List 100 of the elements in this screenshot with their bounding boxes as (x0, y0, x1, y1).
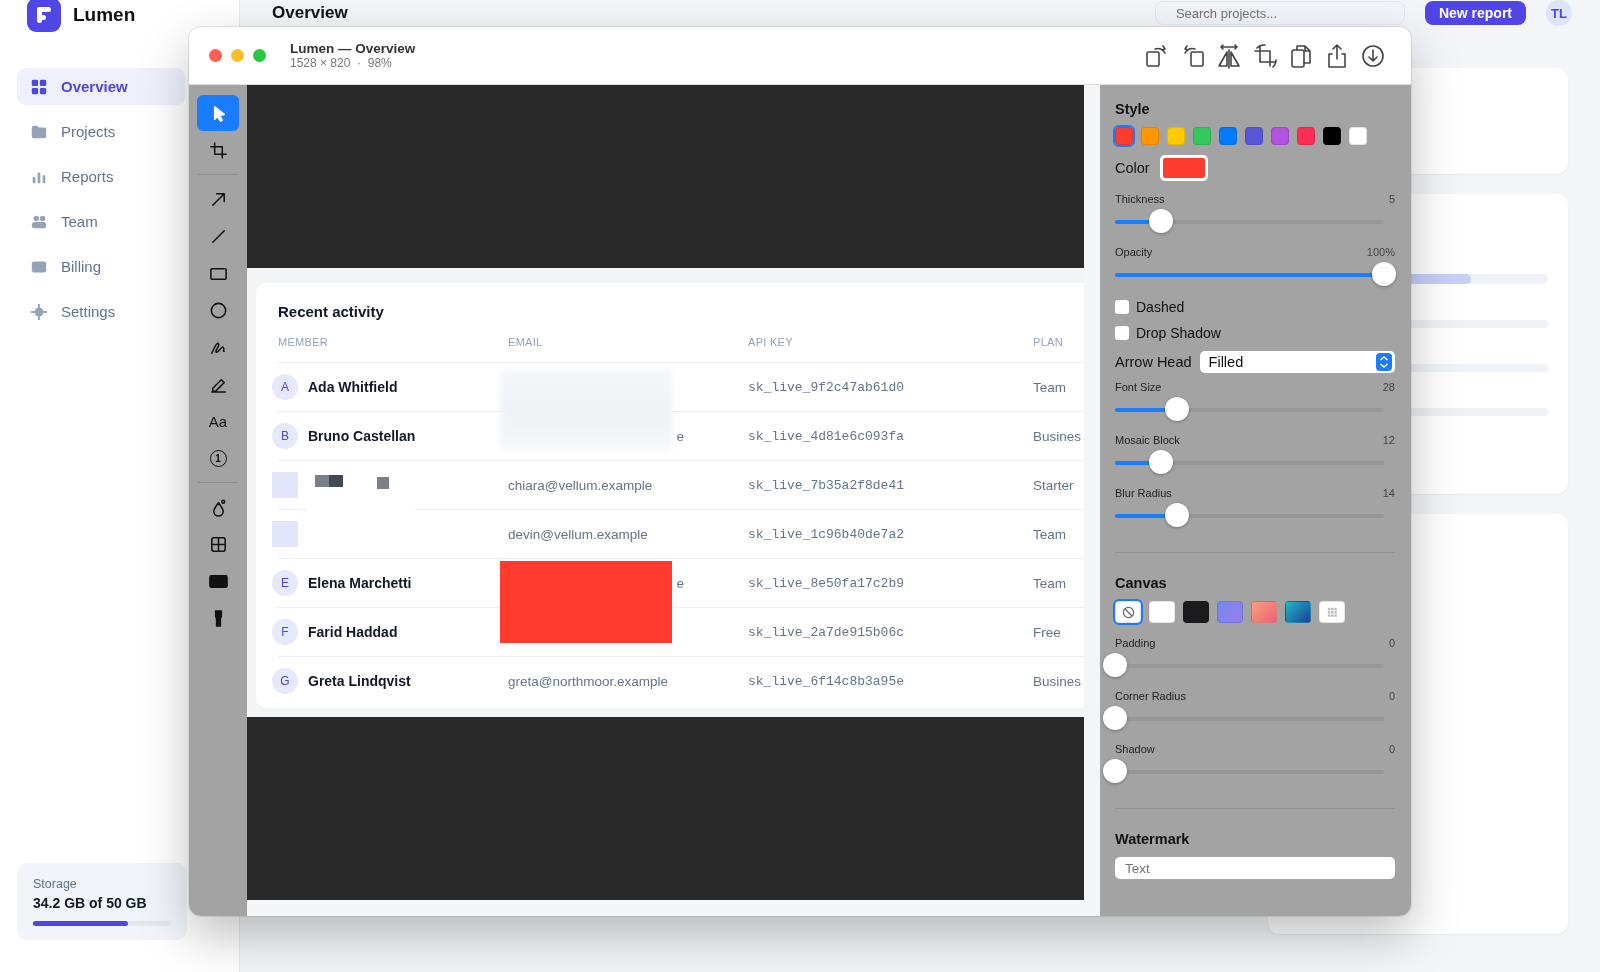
member-avatar: F (272, 619, 298, 645)
member-name: Greta Lindqvist (308, 673, 411, 689)
slider-thumb[interactable] (1103, 706, 1127, 730)
no-background-swatch[interactable] (1115, 601, 1141, 623)
slider-thumb[interactable] (1103, 759, 1127, 783)
watermark-field[interactable]: Text (1115, 857, 1395, 879)
crop-rotate-icon[interactable] (1251, 41, 1279, 70)
table-cell: Team (1033, 575, 1066, 591)
table-title: Recent activity (278, 303, 385, 320)
table-cell: devin@vellum.example (508, 526, 648, 542)
slider-thumb[interactable] (1372, 262, 1396, 286)
slider-value: 0 (1388, 637, 1395, 649)
checkbox-label: Dashed (1136, 299, 1185, 315)
column-header: PLAN (1033, 336, 1064, 348)
grid-icon (30, 77, 48, 96)
slider-label: Corner Radius (1115, 690, 1186, 702)
slider-label: Thickness (1115, 193, 1165, 205)
counter-tool[interactable]: 1 (197, 440, 239, 476)
slider-value: 28 (1382, 381, 1395, 393)
slider-label: Padding (1115, 637, 1156, 649)
color-label: Color (1115, 160, 1150, 176)
arrow-head-select[interactable]: Filled (1199, 351, 1395, 373)
slider-label: Font Size (1115, 381, 1162, 393)
section-title: Watermark (1115, 831, 1191, 847)
table-cell: e (676, 428, 684, 444)
flip-icon[interactable] (1215, 41, 1243, 70)
slider-thumb[interactable] (1164, 503, 1189, 527)
member-avatar: A (272, 374, 298, 400)
color-swatch[interactable] (1115, 127, 1133, 145)
gear-icon (30, 302, 48, 321)
cursor-tool[interactable] (197, 95, 239, 131)
table-cell: sk_live_8e50fa17c2b9 (748, 575, 905, 591)
background-swatch[interactable] (1183, 601, 1209, 623)
user-avatar[interactable]: TL (1546, 0, 1572, 26)
background-swatch[interactable] (1251, 601, 1277, 623)
color-swatch[interactable] (1271, 127, 1289, 145)
zoom-button[interactable] (253, 49, 266, 62)
image-info: 1528 × 820 · 98% (290, 56, 393, 70)
color-swatch[interactable] (1219, 127, 1237, 145)
table-cell: Team (1033, 526, 1066, 542)
stepper-icon (1376, 353, 1392, 371)
table-cell: sk_live_1c96b40de7a2 (748, 526, 905, 542)
background-swatch[interactable] (1285, 601, 1311, 623)
column-header: EMAIL (508, 336, 544, 348)
color-swatch[interactable] (1323, 127, 1341, 145)
crop-icon (208, 140, 228, 160)
slider-label: Blur Radius (1115, 487, 1172, 499)
color-swatch[interactable] (1141, 127, 1159, 145)
member-avatar: E (272, 570, 298, 596)
slider-thumb[interactable] (1148, 450, 1173, 474)
table-cell: sk_live_7b35a2f8de41 (748, 477, 905, 493)
slider-value: 14 (1382, 487, 1395, 499)
mosaic-icon (208, 534, 228, 554)
slider-thumb[interactable] (1103, 653, 1127, 677)
background-swatch[interactable] (1149, 601, 1175, 623)
storage-label: Storage (33, 877, 78, 891)
member-name: Bruno Castellan (308, 428, 416, 444)
column-header: API KEY (748, 336, 794, 348)
minimize-button[interactable] (231, 49, 244, 62)
color-well[interactable] (1159, 155, 1208, 181)
search-field[interactable]: Search projects... (1154, 1, 1405, 25)
slider-thumb[interactable] (1164, 397, 1189, 421)
slider-value: 12 (1382, 434, 1395, 446)
slider-thumb[interactable] (1148, 209, 1173, 233)
slider-value: 0 (1388, 690, 1395, 702)
ellipse-icon (208, 300, 228, 320)
nav-item[interactable]: Projects (17, 113, 185, 150)
column-header: MEMBER (278, 336, 330, 348)
nav-item[interactable]: Overview (17, 68, 185, 105)
section-title: Style (1115, 101, 1151, 117)
storage-value: 34.2 GB of 50 GB (33, 895, 148, 911)
background-swatch[interactable] (1217, 601, 1243, 623)
close-button[interactable] (209, 49, 222, 62)
text-tool[interactable]: Aa (197, 403, 239, 439)
table-cell: Team (1033, 379, 1066, 395)
color-swatch[interactable] (1167, 127, 1185, 145)
checkbox[interactable] (1115, 326, 1129, 340)
table-cell: sk_live_9f2c47ab61d0 (748, 379, 905, 395)
table-cell: greta@northmoor.example (508, 673, 669, 689)
table-cell: sk_live_6f14c8b3a95e (748, 673, 905, 689)
color-swatch[interactable] (1297, 127, 1315, 145)
window-title: Lumen — Overview (290, 41, 417, 56)
slider-value: 0 (1388, 743, 1395, 755)
checkbox[interactable] (1115, 300, 1129, 314)
color-swatch[interactable] (1193, 127, 1211, 145)
color-swatch[interactable] (1349, 127, 1367, 145)
pattern-swatch[interactable] (1319, 601, 1345, 623)
nav-item[interactable]: Settings (17, 293, 185, 330)
new-report-button[interactable]: New report (1424, 1, 1526, 25)
nav-item[interactable]: Billing (17, 248, 185, 285)
slider-label: Shadow (1115, 743, 1155, 755)
nav-item[interactable]: Team (17, 203, 185, 240)
nav-item[interactable]: Reports (17, 158, 185, 195)
table-cell: sk_live_2a7de915b06c (748, 624, 905, 640)
color-swatch[interactable] (1245, 127, 1263, 145)
section-title: Canvas (1115, 575, 1168, 591)
table-cell: chiara@vellum.example (508, 477, 653, 493)
table-cell: e (676, 575, 684, 591)
member-name: Elena Marchetti (308, 575, 412, 591)
table-cell: sk_live_4d81e6c093fa (748, 428, 905, 444)
